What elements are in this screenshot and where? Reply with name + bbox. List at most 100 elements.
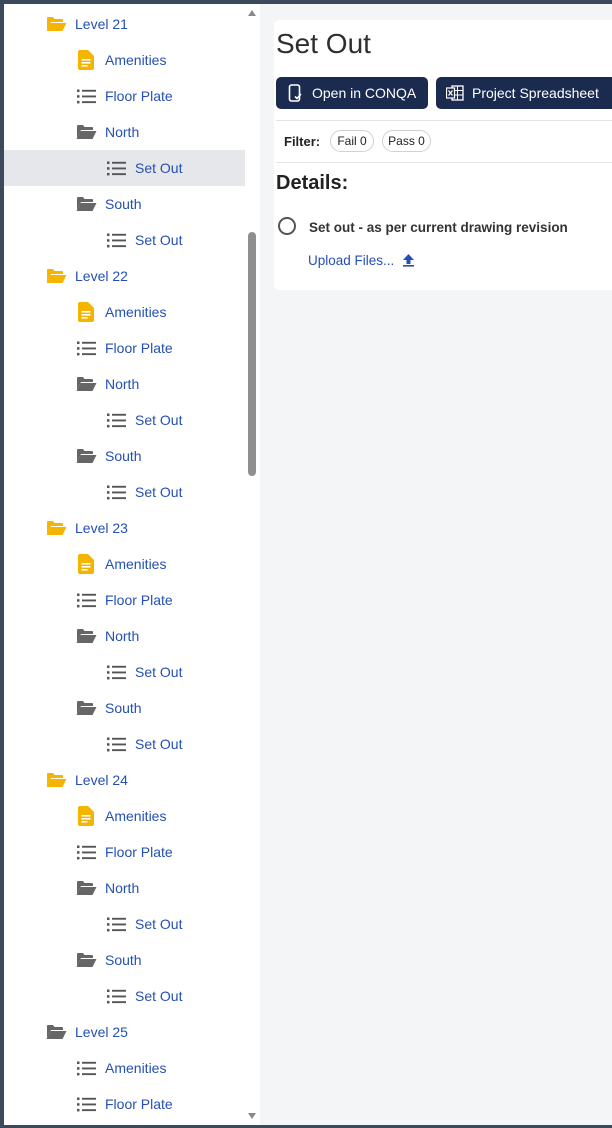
sidebar-item-label: Amenities [105,1060,167,1076]
folder-open-icon [45,13,67,35]
sidebar-item[interactable]: Amenities [4,294,245,330]
checklist-icon [105,157,127,179]
folder-open-icon [45,1021,67,1043]
checklist-icon [75,1093,97,1115]
sidebar-item[interactable]: Amenities [4,798,245,834]
sidebar-item[interactable]: South [4,690,245,726]
project-spreadsheet-button[interactable]: Project Spreadsheet [436,77,612,109]
details-heading: Details: [276,172,349,194]
sidebar-item[interactable]: Amenities [4,42,245,78]
scroll-up-arrow-icon[interactable] [248,10,256,16]
folder-open-icon [75,949,97,971]
sidebar-item-label: South [105,700,142,716]
sidebar-item[interactable]: Set Out [4,402,245,438]
sidebar-item[interactable]: North [4,114,245,150]
scrollbar-thumb[interactable] [248,232,256,476]
sidebar-item-label: North [105,880,140,896]
sidebar-item-label: Amenities [105,52,167,68]
sidebar-item[interactable]: Set Out [4,474,245,510]
open-in-conqa-button[interactable]: Open in CONQA [276,77,428,109]
checklist-icon [75,589,97,611]
folder-open-icon [75,193,97,215]
sidebar-item[interactable]: Amenities [4,546,245,582]
filter-fail-chip[interactable]: Fail 0 [330,130,374,152]
document-icon [75,553,97,575]
sidebar-item-label: Set Out [135,916,183,932]
checklist-icon [75,85,97,107]
sidebar-item[interactable]: North [4,870,245,906]
page-title: Set Out [276,28,371,59]
folder-open-icon [75,121,97,143]
sidebar-item[interactable]: Level 25 [4,1014,245,1050]
filter-pass-chip[interactable]: Pass 0 [382,130,431,152]
sidebar-item[interactable]: Set Out [4,978,245,1014]
sidebar-item[interactable]: North [4,618,245,654]
sidebar-item-label: Amenities [105,304,167,320]
checklist-icon [75,337,97,359]
sidebar-item[interactable]: Floor Plate [4,834,245,870]
folder-open-icon [75,877,97,899]
sidebar-item[interactable]: Level 21 [4,6,245,42]
sidebar-item[interactable]: Floor Plate [4,582,245,618]
project-spreadsheet-label: Project Spreadsheet [472,85,599,101]
sidebar-item-label: Set Out [135,736,183,752]
app-window: Level 21 Amenities Floor Plate North Set Out… [4,4,612,1125]
sidebar-item-label: South [105,196,142,212]
sidebar-item[interactable]: Level 23 [4,510,245,546]
sidebar-item-label: Set Out [135,232,183,248]
sidebar-item-label: Set Out [135,484,183,500]
sidebar-item[interactable]: Set Out [4,726,245,762]
sidebar-item[interactable]: North [4,366,245,402]
folder-open-icon [75,625,97,647]
scroll-down-arrow-icon[interactable] [248,1113,256,1119]
checklist-item-radio[interactable] [278,217,296,235]
checklist-icon [75,841,97,863]
divider [276,162,612,163]
sidebar-item[interactable]: Floor Plate [4,330,245,366]
sidebar-item-label: Amenities [105,556,167,572]
sidebar-item[interactable]: Amenities [4,1050,245,1086]
sidebar-item-label: North [105,628,140,644]
sidebar-item[interactable]: Set Out [4,150,245,186]
sidebar-item-label: South [105,448,142,464]
sidebar-item[interactable]: Level 22 [4,258,245,294]
folder-open-icon [75,697,97,719]
excel-icon [446,84,464,102]
checklist-icon [105,229,127,251]
sidebar-item[interactable]: Level 24 [4,762,245,798]
sidebar-item-label: Floor Plate [105,340,173,356]
upload-arrow-icon [402,252,416,268]
folder-open-icon [75,445,97,467]
folder-open-icon [45,265,67,287]
sidebar-item-label: North [105,376,140,392]
sidebar-scrollbar[interactable] [245,4,260,1125]
main-panel: Set Out Open in CONQA Project Spreadshee… [260,4,612,1125]
mobile-check-icon [286,84,304,102]
sidebar-item[interactable]: Floor Plate [4,78,245,114]
sidebar-item[interactable]: South [4,942,245,978]
folder-open-icon [45,769,67,791]
sidebar-item[interactable]: Floor Plate [4,1086,245,1122]
checklist-icon [105,913,127,935]
sidebar-item[interactable]: Set Out [4,906,245,942]
sidebar-item-label: Floor Plate [105,88,173,104]
sidebar-item[interactable]: Set Out [4,222,245,258]
sidebar-item-label: Level 23 [75,520,128,536]
checklist-icon [105,733,127,755]
filter-label: Filter: [284,134,321,149]
sidebar-item-label: Set Out [135,412,183,428]
sidebar-item-label: Level 24 [75,772,128,788]
folder-open-icon [45,517,67,539]
sidebar-item[interactable]: South [4,438,245,474]
divider [276,120,612,121]
upload-files-link[interactable]: Upload Files... [308,252,416,268]
document-icon [75,49,97,71]
upload-files-label: Upload Files... [308,252,395,268]
sidebar: Level 21 Amenities Floor Plate North Set Out… [4,4,260,1125]
checklist-icon [75,1057,97,1079]
checklist-icon [105,985,127,1007]
sidebar-item[interactable]: South [4,186,245,222]
sidebar-item-label: North [105,124,140,140]
sidebar-item[interactable]: Set Out [4,654,245,690]
sidebar-item-label: Set Out [135,160,183,176]
